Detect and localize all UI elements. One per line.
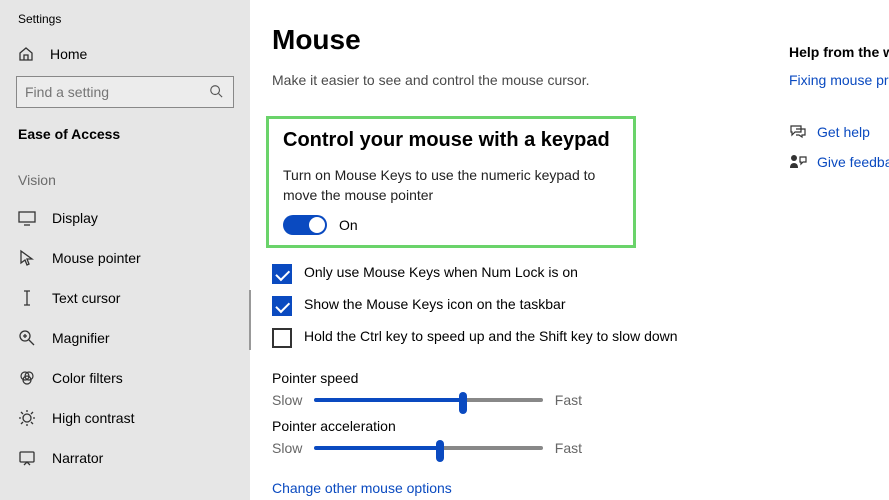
help-link-fixing-mouse[interactable]: Fixing mouse proble (789, 72, 889, 88)
sidebar: Settings Home Ease of Access Vision Disp… (0, 0, 250, 500)
sidebar-item-label: Color filters (52, 370, 123, 386)
sidebar-item-text-cursor[interactable]: Text cursor (0, 278, 250, 318)
chat-icon (789, 124, 807, 140)
sidebar-item-label: Mouse pointer (52, 250, 141, 266)
slider-min-label: Slow (272, 440, 302, 456)
slider-pointer-speed[interactable] (314, 398, 542, 402)
sidebar-item-high-contrast[interactable]: High contrast (0, 398, 250, 438)
checkbox-ctrl-label: Hold the Ctrl key to speed up and the Sh… (304, 328, 678, 344)
sidebar-item-label: High contrast (52, 410, 134, 426)
scrollbar-indicator[interactable] (249, 290, 251, 350)
home-label: Home (50, 46, 87, 62)
mouse-pointer-icon (18, 249, 36, 267)
get-help-label: Get help (817, 124, 870, 140)
link-change-other-mouse-options[interactable]: Change other mouse options (272, 480, 889, 496)
sidebar-item-label: Magnifier (52, 330, 110, 346)
slider-max-label: Fast (555, 440, 582, 456)
feedback-icon (789, 154, 807, 170)
category-heading: Ease of Access (0, 122, 250, 162)
home-button[interactable]: Home (0, 38, 250, 76)
text-cursor-icon (18, 289, 36, 307)
sidebar-item-magnifier[interactable]: Magnifier (0, 318, 250, 358)
slider-pointer-acceleration[interactable] (314, 446, 542, 450)
slider-thumb[interactable] (459, 392, 467, 414)
give-feedback-label: Give feedback (817, 154, 889, 170)
sidebar-item-narrator[interactable]: Narrator (0, 438, 250, 478)
sidebar-item-label: Text cursor (52, 290, 120, 306)
group-label-vision: Vision (0, 162, 250, 198)
mouse-keys-description: Turn on Mouse Keys to use the numeric ke… (283, 166, 619, 205)
sidebar-item-label: Narrator (52, 450, 103, 466)
main-content: Mouse Make it easier to see and control … (250, 0, 889, 500)
checkbox-ctrl-shift[interactable] (272, 328, 292, 348)
narrator-icon (18, 449, 36, 467)
toggle-knob (309, 217, 325, 233)
home-icon (18, 46, 34, 62)
color-filters-icon (18, 369, 36, 387)
sidebar-item-label: Display (52, 210, 98, 226)
search-icon (209, 84, 225, 100)
section-heading-keypad: Control your mouse with a keypad (283, 129, 619, 152)
get-help-link[interactable]: Get help (789, 124, 889, 140)
help-heading: Help from the web (789, 44, 889, 60)
sidebar-item-mouse-pointer[interactable]: Mouse pointer (0, 238, 250, 278)
slider-max-label: Fast (555, 392, 582, 408)
checkbox-numlock-label: Only use Mouse Keys when Num Lock is on (304, 264, 578, 280)
display-icon (18, 209, 36, 227)
magnifier-icon (18, 329, 36, 347)
slider-label-accel: Pointer acceleration (272, 418, 582, 434)
window-title: Settings (0, 8, 250, 38)
slider-thumb[interactable] (436, 440, 444, 462)
slider-label-speed: Pointer speed (272, 370, 582, 386)
mouse-keys-toggle[interactable] (283, 215, 327, 235)
help-panel: Help from the web Fixing mouse proble Ge… (789, 44, 889, 184)
checkbox-taskbar-label: Show the Mouse Keys icon on the taskbar (304, 296, 565, 312)
sidebar-item-color-filters[interactable]: Color filters (0, 358, 250, 398)
search-input[interactable] (25, 84, 209, 100)
give-feedback-link[interactable]: Give feedback (789, 154, 889, 170)
high-contrast-icon (18, 409, 36, 427)
search-box[interactable] (16, 76, 234, 108)
checkbox-taskbar-icon[interactable] (272, 296, 292, 316)
checkbox-numlock[interactable] (272, 264, 292, 284)
slider-min-label: Slow (272, 392, 302, 408)
sidebar-item-display[interactable]: Display (0, 198, 250, 238)
highlight-box: Control your mouse with a keypad Turn on… (266, 116, 636, 248)
toggle-label: On (339, 217, 358, 233)
